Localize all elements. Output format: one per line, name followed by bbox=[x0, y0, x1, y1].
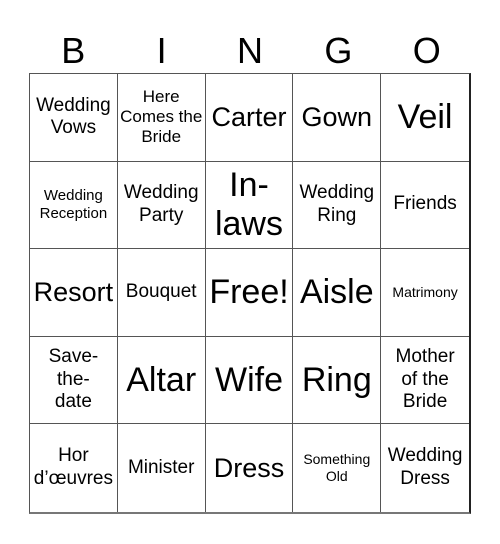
bingo-cell[interactable]: Hor d’œuvres bbox=[30, 424, 118, 512]
bingo-cell[interactable]: Matrimony bbox=[381, 249, 469, 337]
bingo-cell[interactable]: Wedding Vows bbox=[30, 74, 118, 162]
free-space-cell[interactable]: Free! bbox=[205, 249, 294, 337]
bingo-cell[interactable]: Aisle bbox=[293, 249, 382, 337]
bingo-cell[interactable]: Here Comes the Bride bbox=[117, 74, 206, 162]
bingo-header: B I N G O bbox=[29, 28, 471, 73]
header-letter-o: O bbox=[412, 30, 441, 71]
bingo-cell[interactable]: Wedding Party bbox=[117, 161, 206, 250]
bingo-cell[interactable]: Dress bbox=[206, 424, 294, 512]
bingo-cell[interactable]: Wedding Dress bbox=[381, 424, 469, 512]
bingo-cell[interactable]: Veil bbox=[381, 74, 469, 162]
bingo-cell[interactable]: Bouquet bbox=[117, 249, 206, 337]
header-letter-i: I bbox=[156, 30, 167, 71]
bingo-cell[interactable]: Wedding Reception bbox=[30, 161, 118, 250]
bingo-cell[interactable]: Altar bbox=[117, 336, 206, 425]
bingo-cell[interactable]: Something Old bbox=[293, 424, 382, 512]
bingo-cell[interactable]: Carter bbox=[205, 74, 294, 162]
bingo-cell[interactable]: Friends bbox=[381, 162, 469, 250]
header-letter-b: B bbox=[61, 30, 86, 71]
bingo-cell[interactable]: Wife bbox=[205, 336, 294, 425]
bingo-cell[interactable]: Ring bbox=[293, 336, 382, 425]
bingo-cell[interactable]: Save-the-date bbox=[30, 336, 118, 425]
bingo-board: Wedding Vows Here Comes the Bride Carter… bbox=[29, 73, 471, 514]
bingo-cell[interactable]: Minister bbox=[118, 424, 206, 512]
bingo-cell[interactable]: Mother of the Bride bbox=[381, 337, 469, 425]
bingo-cell[interactable]: Wedding Ring bbox=[293, 161, 382, 250]
header-letter-g: G bbox=[324, 30, 353, 71]
bingo-cell[interactable]: In-laws bbox=[205, 161, 294, 250]
header-letter-n: N bbox=[236, 30, 263, 71]
bingo-cell[interactable]: Gown bbox=[293, 74, 382, 162]
bingo-cell[interactable]: Resort bbox=[30, 249, 118, 337]
